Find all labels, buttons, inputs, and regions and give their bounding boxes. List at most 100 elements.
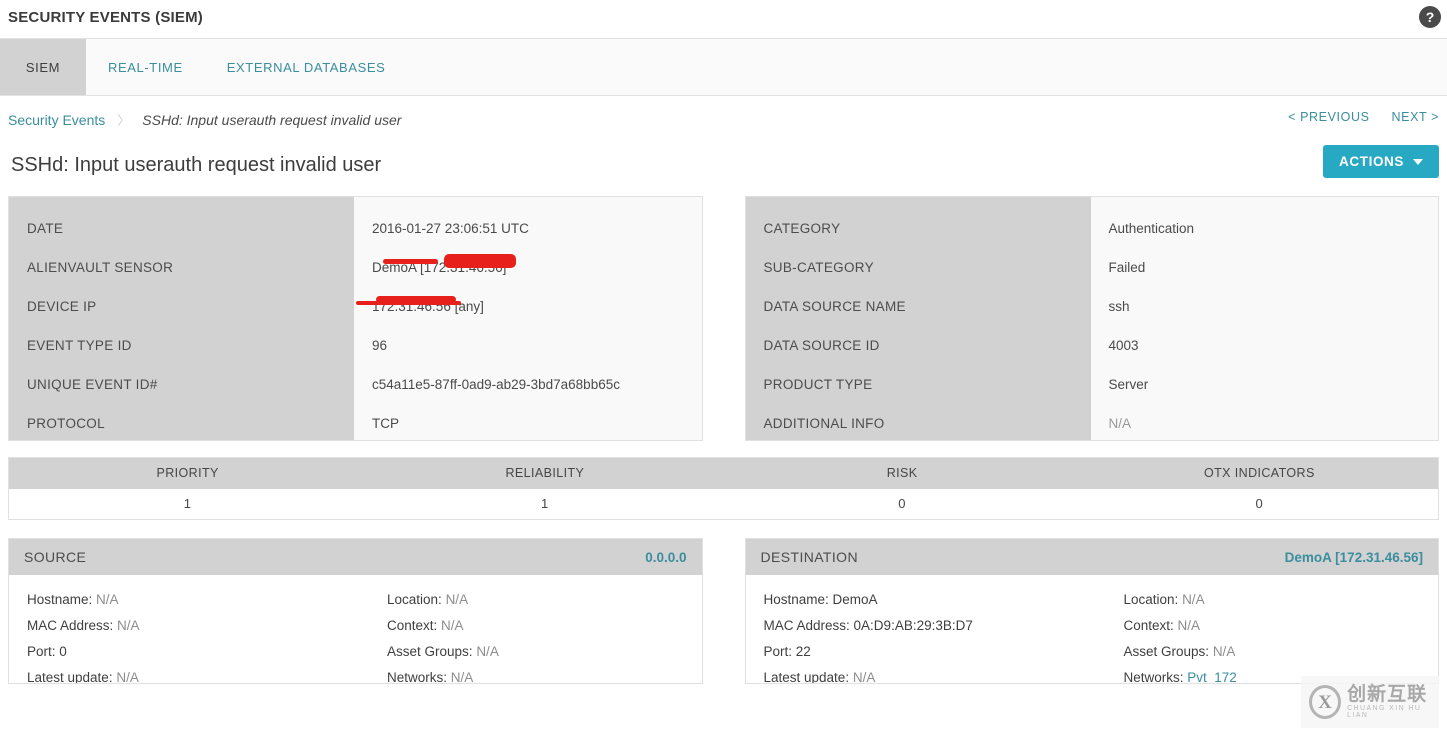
value-product-type: Server: [1108, 377, 1149, 392]
security-events-page: SECURITY EVENTS (SIEM) ? SIEM REAL-TIME …: [0, 0, 1447, 730]
value-category: Authentication: [1108, 221, 1195, 236]
metrics-column-otx-indicators: OTX INDICATORS: [1204, 466, 1315, 480]
source-port: Port: 0: [27, 644, 67, 659]
value-device-ip: 172.31.46.56 [any]: [354, 287, 702, 326]
value-sub-category: Failed: [1108, 260, 1146, 275]
value-date: 2016-01-27 23:06:51 UTC: [372, 221, 529, 236]
help-icon[interactable]: ?: [1419, 6, 1441, 28]
source-address-link[interactable]: 0.0.0.0: [645, 550, 686, 565]
endpoint-panels: SOURCE 0.0.0.0 Hostname: N/A MAC Address…: [0, 538, 1447, 684]
top-header: SECURITY EVENTS (SIEM) ?: [0, 0, 1447, 38]
source-left-column: Hostname: N/A MAC Address: N/A Port: 0 L…: [9, 587, 369, 684]
source-asset-groups: Asset Groups: N/A: [387, 644, 499, 659]
next-link[interactable]: NEXT >: [1392, 110, 1439, 124]
metrics-column-priority: PRIORITY: [156, 466, 219, 480]
value-alienvault-sensor: DemoA [172.31.46.56]: [354, 248, 702, 287]
label-event-type-id: EVENT TYPE ID: [27, 338, 132, 353]
label-data-source-id: DATA SOURCE ID: [763, 338, 880, 353]
tab-external-databases[interactable]: EXTERNAL DATABASES: [205, 39, 408, 95]
watermark-logo-icon: X: [1309, 685, 1342, 719]
value-additional-info: N/A: [1108, 416, 1132, 431]
pager-links: < PREVIOUS NEXT >: [1288, 110, 1439, 124]
left-panel-values: 2016-01-27 23:06:51 UTC DemoA [172.31.46…: [354, 197, 702, 440]
detail-panels: DATE ALIENVAULT SENSOR DEVICE IP EVENT T…: [0, 196, 1447, 441]
destination-networks-link[interactable]: Pvt_172: [1187, 670, 1237, 683]
destination-asset-groups: Asset Groups: N/A: [1123, 644, 1236, 659]
watermark-pinyin: CHUANG XIN HU LIAN: [1347, 704, 1422, 719]
event-title: SSHd: Input userauth request invalid use…: [11, 154, 382, 176]
source-hostname: Hostname: N/A: [27, 592, 119, 607]
source-latest-update: Latest update: N/A: [27, 670, 139, 684]
metrics-header-row: PRIORITY RELIABILITY RISK OTX INDICATORS: [9, 458, 1438, 489]
destination-left-column: Hostname: DemoA MAC Address: 0A:D9:AB:29…: [746, 587, 1106, 684]
source-networks: Networks: N/A: [387, 670, 474, 684]
value-unique-event-id: c54a11e5-87ff-0ad9-ab29-3bd7a68bb65c: [372, 377, 620, 392]
value-data-source-id: 4003: [1108, 338, 1139, 353]
metrics-value-otx-indicators: 0: [1255, 496, 1264, 511]
destination-location: Location: N/A: [1123, 592, 1205, 607]
tab-bar: SIEM REAL-TIME EXTERNAL DATABASES: [0, 38, 1447, 96]
destination-right-column: Location: N/A Context: N/A Asset Groups:…: [1106, 587, 1439, 684]
metrics-value-row: 1 1 0 0: [9, 489, 1438, 519]
source-context: Context: N/A: [387, 618, 464, 633]
source-location: Location: N/A: [387, 592, 469, 607]
label-category: CATEGORY: [763, 221, 841, 236]
metrics-value-reliability: 1: [541, 496, 549, 511]
source-panel-body: Hostname: N/A MAC Address: N/A Port: 0 L…: [9, 575, 702, 684]
label-unique-event-id: UNIQUE EVENT ID#: [27, 377, 158, 392]
metrics-column-risk: RISK: [886, 466, 918, 480]
label-sub-category: SUB-CATEGORY: [763, 260, 874, 275]
label-device-ip: DEVICE IP: [27, 299, 97, 314]
tab-siem[interactable]: SIEM: [0, 39, 86, 95]
destination-panel: DESTINATION DemoA [172.31.46.56] Hostnam…: [744, 538, 1439, 684]
event-details-right-panel: CATEGORY SUB-CATEGORY DATA SOURCE NAME D…: [744, 196, 1439, 441]
label-date: DATE: [27, 221, 64, 236]
label-protocol: PROTOCOL: [27, 416, 105, 431]
destination-address-link[interactable]: DemoA [172.31.46.56]: [1285, 550, 1423, 565]
source-panel: SOURCE 0.0.0.0 Hostname: N/A MAC Address…: [8, 538, 703, 684]
chevron-down-icon: [1413, 158, 1423, 165]
breadcrumb-current: SSHd: Input userauth request invalid use…: [142, 111, 402, 128]
actions-button-label: ACTIONS: [1339, 154, 1404, 169]
destination-port: Port: 22: [763, 644, 811, 659]
page-title: SECURITY EVENTS (SIEM): [8, 9, 203, 26]
actions-button[interactable]: ACTIONS: [1323, 145, 1439, 178]
previous-link[interactable]: < PREVIOUS: [1288, 110, 1369, 124]
label-data-source-name: DATA SOURCE NAME: [763, 299, 906, 314]
destination-mac-address: MAC Address: 0A:D9:AB:29:3B:D7: [763, 618, 973, 633]
redaction-mark: [383, 259, 438, 264]
metrics-value-risk: 0: [898, 496, 906, 511]
label-alienvault-sensor: ALIENVAULT SENSOR: [27, 260, 174, 275]
breadcrumb-separator-icon: 〉: [117, 113, 131, 128]
source-panel-header: SOURCE 0.0.0.0: [9, 539, 702, 575]
value-data-source-name: ssh: [1108, 299, 1130, 314]
breadcrumb: Security Events 〉 SSHd: Input userauth r…: [8, 110, 401, 129]
metrics-table: PRIORITY RELIABILITY RISK OTX INDICATORS…: [8, 457, 1439, 520]
redacted-device-ip: 172.31.46.56 [any]: [356, 287, 484, 326]
label-additional-info: ADDITIONAL INFO: [763, 416, 885, 431]
redacted-sensor: DemoA [172.31.46.56]: [372, 248, 516, 287]
tab-real-time[interactable]: REAL-TIME: [86, 39, 205, 95]
event-details-left-panel: DATE ALIENVAULT SENSOR DEVICE IP EVENT T…: [8, 196, 703, 441]
destination-latest-update: Latest update: N/A: [763, 670, 876, 684]
right-panel-values: Authentication Failed ssh 4003 Server N/…: [1090, 197, 1438, 440]
metrics-column-reliability: RELIABILITY: [505, 466, 585, 480]
event-title-row: SSHd: Input userauth request invalid use…: [0, 142, 1447, 196]
value-protocol: TCP: [372, 416, 399, 431]
source-panel-title: SOURCE: [24, 549, 87, 565]
breadcrumb-row: Security Events 〉 SSHd: Input userauth r…: [0, 96, 1447, 142]
destination-context: Context: N/A: [1123, 618, 1201, 633]
source-right-column: Location: N/A Context: N/A Asset Groups:…: [369, 587, 702, 684]
destination-networks: Networks: Pvt_172: [1123, 670, 1237, 684]
destination-panel-body: Hostname: DemoA MAC Address: 0A:D9:AB:29…: [746, 575, 1439, 684]
destination-panel-title: DESTINATION: [760, 549, 858, 565]
watermark-chinese: 创新互联: [1347, 683, 1428, 705]
redaction-mark: [376, 296, 456, 303]
source-mac-address: MAC Address: N/A: [27, 618, 140, 633]
redaction-mark: [444, 254, 516, 268]
metrics-value-priority: 1: [183, 496, 192, 511]
label-product-type: PRODUCT TYPE: [763, 377, 873, 392]
breadcrumb-link-security-events[interactable]: Security Events: [8, 112, 105, 128]
destination-panel-header: DESTINATION DemoA [172.31.46.56]: [745, 539, 1438, 575]
right-panel-labels: CATEGORY SUB-CATEGORY DATA SOURCE NAME D…: [745, 197, 1091, 440]
